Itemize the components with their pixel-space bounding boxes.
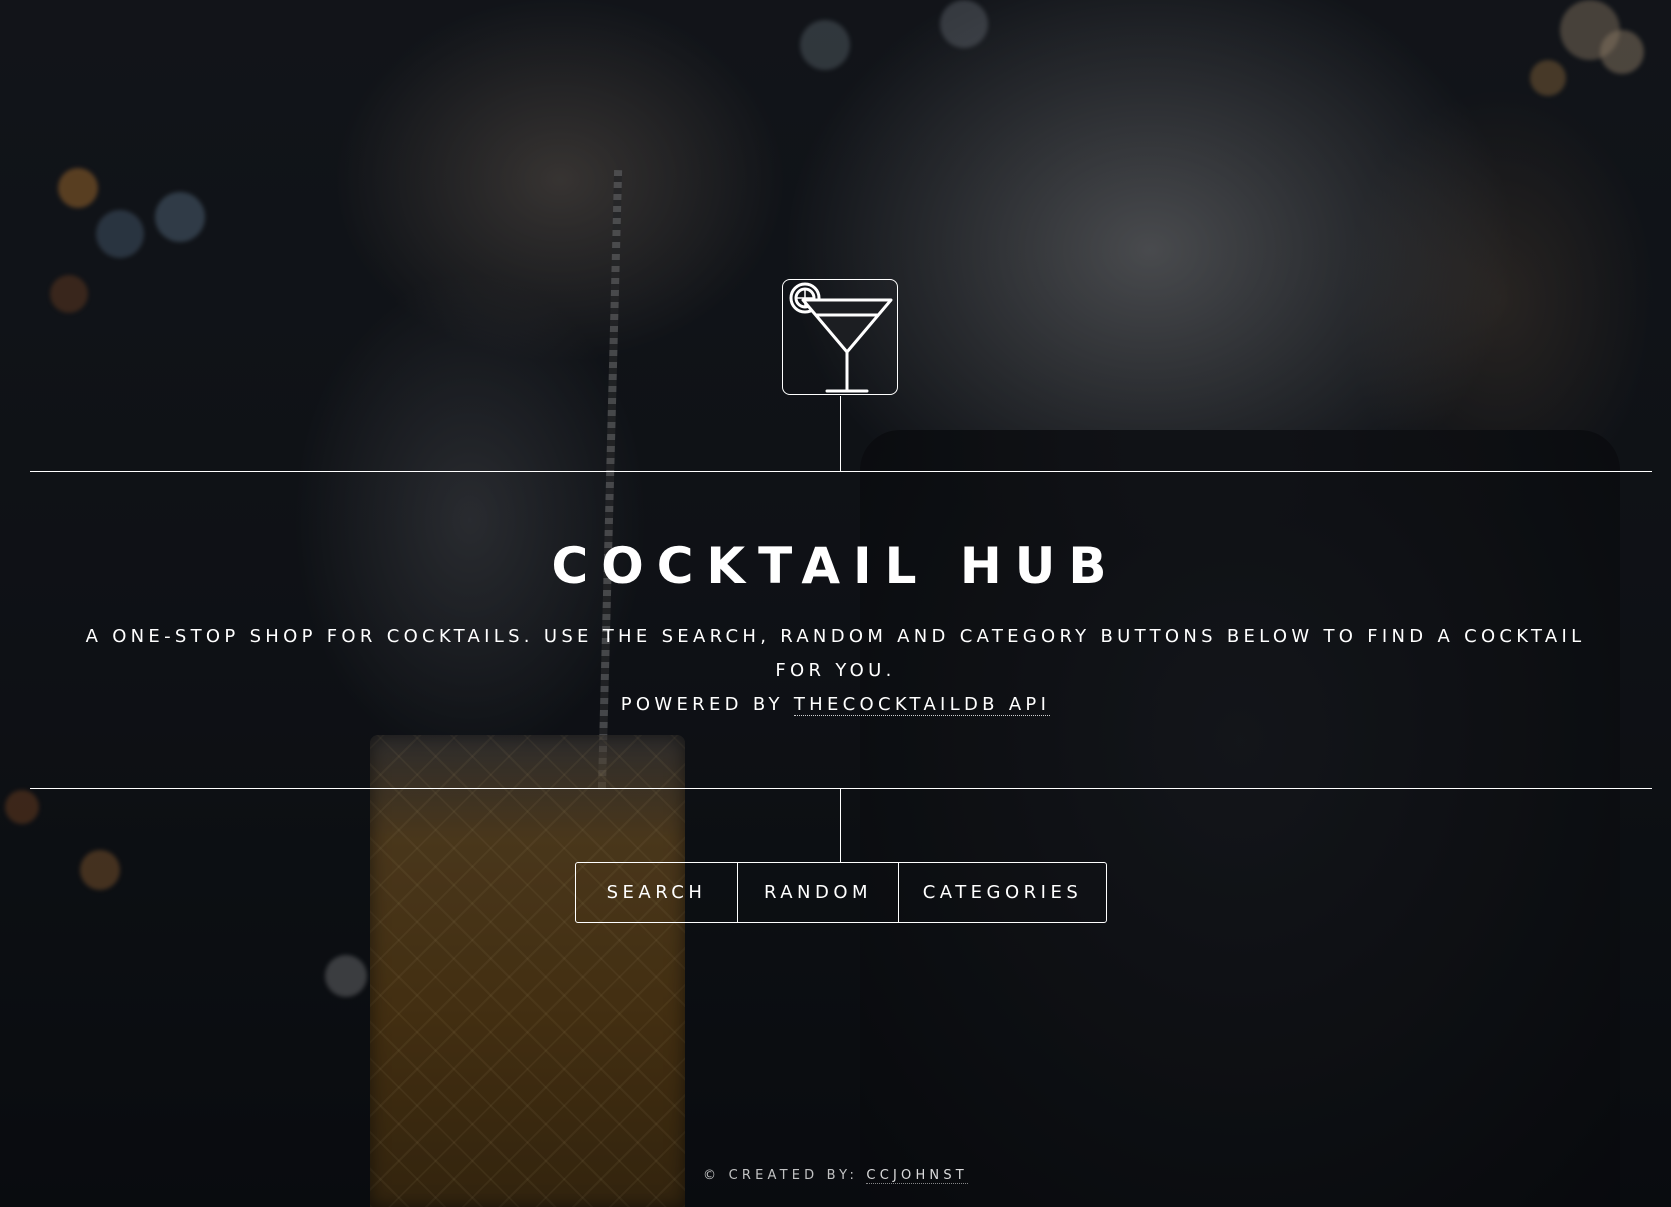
logo xyxy=(782,279,898,395)
search-button[interactable]: SEARCH xyxy=(576,863,737,922)
hero-section: COCKTAIL HUB A ONE-STOP SHOP FOR COCKTAI… xyxy=(0,0,1671,1207)
footer-credit: © CREATED BY: xyxy=(703,1168,867,1183)
cocktail-glass-icon xyxy=(789,282,893,393)
divider-bottom xyxy=(30,788,1652,789)
cocktaildb-api-link[interactable]: THECOCKTAILDB API xyxy=(793,694,1051,716)
page-description: A ONE-STOP SHOP FOR COCKTAILS. USE THE S… xyxy=(85,626,1586,681)
powered-by-label: POWERED BY xyxy=(620,694,794,715)
connector-line-bottom xyxy=(840,788,841,862)
connector-line-top xyxy=(840,396,841,471)
author-link[interactable]: CCJOHNST xyxy=(866,1168,968,1184)
random-button[interactable]: RANDOM xyxy=(737,863,898,922)
powered-by: POWERED BY THECOCKTAILDB API xyxy=(0,688,1671,722)
page: COCKTAIL HUB A ONE-STOP SHOP FOR COCKTAI… xyxy=(0,0,1671,1207)
categories-button[interactable]: CATEGORIES xyxy=(898,863,1106,922)
page-title: COCKTAIL HUB xyxy=(551,537,1120,595)
nav-button-group: SEARCH RANDOM CATEGORIES xyxy=(575,862,1107,923)
divider-top xyxy=(30,471,1652,472)
footer: © CREATED BY: CCJOHNST xyxy=(0,1168,1671,1184)
